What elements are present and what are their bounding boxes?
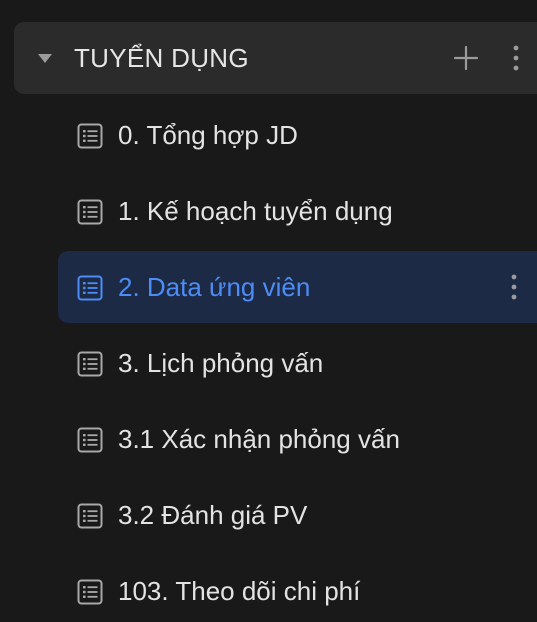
more-vertical-icon[interactable] (504, 273, 524, 301)
section-title: TUYỂN DỤNG (74, 43, 249, 73)
page-label: 1. Kế hoạch tuyển dụng (118, 196, 393, 226)
page-item[interactable]: 3.1 Xác nhận phỏng vấn (58, 403, 537, 475)
table-page-icon (76, 350, 104, 378)
section-header-tuyen-dung[interactable]: TUYỂN DỤNG (14, 22, 537, 94)
page-item[interactable]: 0. Tổng hợp JD (58, 99, 537, 171)
table-page-icon (76, 198, 104, 226)
page-item[interactable]: 2. Data ứng viên (58, 251, 537, 323)
page-label: 3.1 Xác nhận phỏng vấn (118, 424, 400, 454)
caret-down-icon[interactable] (38, 54, 52, 63)
page-item[interactable]: 1. Kế hoạch tuyển dụng (58, 175, 537, 247)
page-item[interactable]: 3.2 Đánh giá PV (58, 479, 537, 551)
more-vertical-icon (513, 45, 519, 71)
sidebar: TUYỂN DỤNG 0. Tổng hợp JD 1. Kế hoạch tuy… (0, 0, 537, 622)
page-item[interactable]: 103. Theo dõi chi phí (58, 555, 537, 622)
page-label: 3.2 Đánh giá PV (118, 500, 308, 530)
page-label: 0. Tổng hợp JD (118, 120, 298, 150)
page-label: 3. Lịch phỏng vấn (118, 348, 324, 378)
page-label: 103. Theo dõi chi phí (118, 576, 361, 606)
table-page-icon (76, 274, 104, 302)
table-page-icon (76, 578, 104, 606)
page-label: 2. Data ứng viên (118, 272, 311, 302)
page-item[interactable]: 3. Lịch phỏng vấn (58, 327, 537, 399)
add-page-button[interactable] (452, 44, 480, 72)
table-page-icon (76, 122, 104, 150)
section-more-button[interactable] (506, 44, 526, 72)
table-page-icon (76, 502, 104, 530)
plus-icon (453, 45, 479, 71)
table-page-icon (76, 426, 104, 454)
